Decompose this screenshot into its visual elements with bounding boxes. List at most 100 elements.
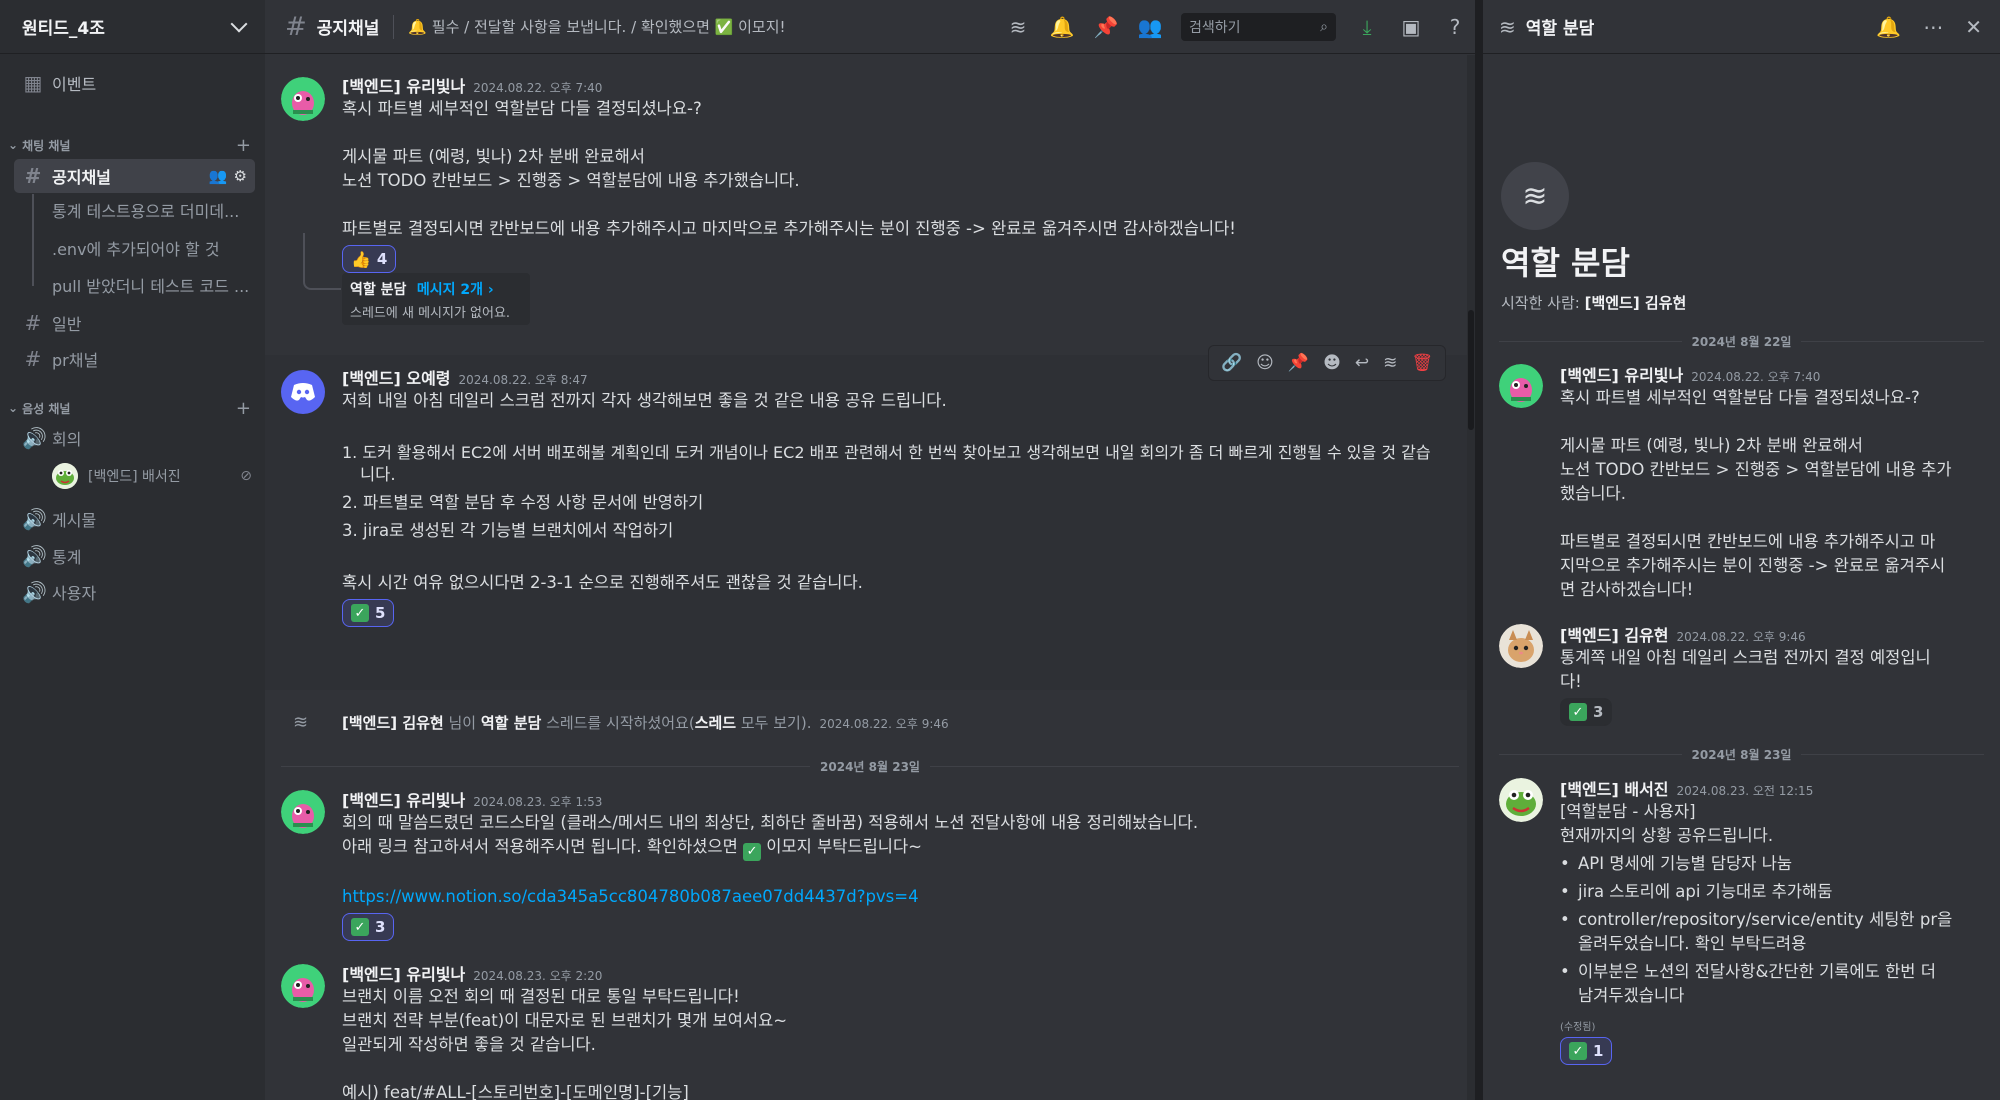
message-line: 게시물 파트 (예령, 빛나) 2차 분배 완료해서 bbox=[342, 147, 645, 166]
server-header[interactable]: 원티드_4조 bbox=[0, 0, 265, 54]
message-list: [백엔드] 유리빛나 2024.08.22. 오후 7:40 혹시 파트별 세부적… bbox=[265, 55, 1475, 1100]
avatar[interactable] bbox=[1499, 624, 1543, 668]
voice-channel-meeting[interactable]: 🔊 회의 bbox=[14, 421, 255, 455]
system-thread-link[interactable]: 역할 분담 bbox=[481, 714, 541, 732]
message-author[interactable]: [백엔드] 배서진 bbox=[1560, 780, 1669, 799]
avatar[interactable] bbox=[281, 964, 325, 1008]
message-line: 브랜치 이름 오전 회의 때 결정된 대로 통일 부탁드립니다! bbox=[342, 987, 740, 1006]
message-line: 현재까지의 상황 공유드립니다. bbox=[1560, 826, 1774, 845]
system-text: 스레드를 시작하셨어요( bbox=[541, 714, 695, 732]
message-line: 일관되게 작성하면 좋을 것 같습니다. bbox=[342, 1035, 596, 1054]
channel-topic[interactable]: 🔔 필수 / 전달할 사항을 보냅니다. / 확인했으면 ✅ 이모지! bbox=[408, 16, 785, 37]
avatar[interactable] bbox=[1499, 364, 1543, 408]
voice-channel-label: 통계 bbox=[52, 548, 82, 567]
channel-item-pr[interactable]: # pr채널 bbox=[14, 342, 255, 376]
voice-channel-users[interactable]: 🔊 사용자 bbox=[14, 575, 255, 609]
threads-icon[interactable]: ≋ bbox=[1005, 14, 1031, 40]
reaction-thumbs-up[interactable]: 👍 4 bbox=[342, 245, 397, 273]
add-channel-icon[interactable]: + bbox=[236, 135, 251, 156]
voice-category[interactable]: ⌄ 음성 채널 + bbox=[8, 398, 251, 419]
bell-icon[interactable]: 🔔 bbox=[1876, 15, 1901, 39]
message-author[interactable]: [백엔드] 유리빛나 bbox=[342, 791, 465, 810]
reaction-count: 4 bbox=[376, 250, 388, 268]
panel-message[interactable]: [백엔드] 배서진 2024.08.23. 오전 12:15 [역할분담 - 사용… bbox=[1560, 776, 1952, 1065]
bullet-item: • 이부분은 노션의 전달사항&간단한 기록에도 한번 더 남겨두겠습니다 bbox=[1560, 960, 1952, 1008]
speaker-icon: 🔊 bbox=[22, 507, 47, 531]
search-input[interactable]: 검색하기 ⌕ bbox=[1181, 12, 1336, 41]
thread-item[interactable]: .env에 추가되어야 할 것 bbox=[52, 235, 253, 265]
notion-link[interactable]: https://www.notion.so/cda345a5cc804780b0… bbox=[342, 885, 1198, 909]
channel-label: 공지채널 bbox=[52, 168, 111, 187]
message-text: 아래 링크 참고하셔서 적용해주시면 됩니다. 확인하셨으면 bbox=[342, 837, 744, 856]
inbox-icon[interactable]: ▣ bbox=[1398, 14, 1424, 40]
system-threads-link[interactable]: 스레드 bbox=[695, 714, 736, 732]
avatar[interactable] bbox=[1499, 778, 1543, 822]
more-options-icon[interactable]: ⋯ bbox=[1923, 15, 1943, 39]
pin-icon[interactable]: 📌 bbox=[1093, 14, 1119, 40]
message-line bbox=[342, 1057, 787, 1081]
invite-icon[interactable]: 👥 bbox=[209, 167, 228, 185]
channel-label: pr채널 bbox=[52, 351, 99, 370]
voice-channel-posts[interactable]: 🔊 게시물 bbox=[14, 502, 255, 536]
members-icon[interactable]: 👥 bbox=[1137, 14, 1163, 40]
message[interactable]: [백엔드] 유리빛나 2024.08.23. 오후 2:20 브랜치 이름 오전 … bbox=[265, 907, 1475, 1100]
avatar[interactable] bbox=[281, 790, 325, 834]
avatar[interactable] bbox=[281, 77, 325, 121]
message-author[interactable]: [백엔드] 오예령 bbox=[342, 369, 451, 388]
panel-message[interactable]: [백엔드] 김유현 2024.08.22. 오후 9:46 통계쪽 내일 아침 데… bbox=[1560, 622, 1931, 726]
voice-channel-label: 사용자 bbox=[52, 584, 97, 603]
reaction-count: 3 bbox=[1593, 703, 1604, 721]
reaction-check[interactable]: ✓ 3 bbox=[1560, 698, 1613, 726]
close-icon[interactable]: ✕ bbox=[1965, 15, 1982, 39]
message-author[interactable]: [백엔드] 유리빛나 bbox=[1560, 366, 1683, 385]
started-by-name[interactable]: [백엔드] 김유현 bbox=[1585, 294, 1687, 312]
thread-panel: ≋ 역할 분담 🔔 ⋯ ✕ ≋ 역할 분담 시작한 사람: [백엔드] 김유현 … bbox=[1483, 0, 2000, 1100]
thread-preview[interactable]: 역할 분담 메시지 2개 › 스레드에 새 메시지가 없어요. bbox=[342, 273, 530, 325]
gear-icon[interactable]: ⚙ bbox=[234, 167, 247, 185]
reaction-check[interactable]: ✓ 1 bbox=[1560, 1037, 1613, 1065]
voice-user[interactable]: [백엔드] 배서진 ⊘ bbox=[52, 462, 252, 490]
channel-item-general[interactable]: # 일반 bbox=[14, 306, 255, 340]
add-channel-icon[interactable]: + bbox=[236, 398, 251, 419]
muted-icon: ⊘ bbox=[240, 468, 252, 484]
reaction-count: 1 bbox=[1593, 1042, 1604, 1060]
chevron-down-icon[interactable] bbox=[230, 15, 248, 32]
hash-icon: # bbox=[24, 164, 42, 188]
message-author[interactable]: [백엔드] 유리빛나 bbox=[342, 965, 465, 984]
scrollbar-thumb[interactable] bbox=[1468, 310, 1474, 430]
panel-divider[interactable] bbox=[1475, 0, 1483, 1100]
help-icon[interactable]: ? bbox=[1442, 14, 1468, 40]
date-separator: 2024년 8월 23일 bbox=[1499, 746, 1984, 763]
message-timestamp: 2024.08.23. 오후 1:53 bbox=[473, 795, 603, 809]
channel-item-notice[interactable]: # 공지채널 👥 ⚙ bbox=[14, 159, 255, 193]
thread-item[interactable]: 통계 테스트용으로 더미데... bbox=[52, 197, 253, 227]
message-line bbox=[342, 193, 1236, 217]
message[interactable]: [백엔드] 유리빛나 2024.08.22. 오후 7:40 혹시 파트별 세부적… bbox=[265, 73, 1475, 383]
message-timestamp: 2024.08.22. 오후 8:47 bbox=[458, 373, 588, 387]
events-item[interactable]: ▦ 이벤트 bbox=[14, 66, 255, 100]
message-line: 노션 TODO 칸반보드 > 진행중 > 역할분담에 내용 추가했습니다. bbox=[342, 171, 800, 190]
reaction-check[interactable]: ✓ 5 bbox=[342, 599, 395, 627]
text-category[interactable]: ⌄ 채팅 채널 + bbox=[8, 135, 251, 156]
message-line: 면 감사하겠습니다! bbox=[1560, 580, 1694, 599]
message[interactable]: [백엔드] 유리빛나 2024.08.23. 오후 1:53 회의 때 말씀드렸던… bbox=[265, 733, 1475, 941]
search-placeholder: 검색하기 bbox=[1189, 19, 1241, 36]
system-author[interactable]: [백엔드] 김유현 bbox=[342, 714, 444, 732]
message[interactable]: 🔗 ☺ 📌 ☻ ↩ ≋ 🗑 [백엔드] 오예령 2024.08.22. 오후 8:… bbox=[265, 345, 1475, 690]
message-author[interactable]: [백엔드] 유리빛나 bbox=[342, 77, 465, 96]
avatar[interactable] bbox=[281, 370, 325, 414]
download-icon[interactable]: ⤓ bbox=[1354, 14, 1380, 40]
voice-channel-stats[interactable]: 🔊 통계 bbox=[14, 539, 255, 573]
list-item: 3. jira로 생성된 각 기능별 브랜치에서 작업하기 bbox=[342, 521, 674, 540]
thread-count-link[interactable]: 메시지 2개 › bbox=[417, 282, 494, 298]
voice-channel-label: 게시물 bbox=[52, 511, 97, 530]
bell-icon[interactable]: 🔔 bbox=[1049, 14, 1075, 40]
message-author[interactable]: [백엔드] 김유현 bbox=[1560, 626, 1669, 645]
thread-item[interactable]: pull 받았더니 테스트 코드 ... bbox=[52, 272, 253, 302]
message-timestamp: 2024.08.22. 오후 7:40 bbox=[1691, 370, 1821, 384]
panel-message[interactable]: [백엔드] 유리빛나 2024.08.22. 오후 7:40 혹시 파트별 세부적… bbox=[1560, 362, 1952, 602]
thread-connector bbox=[303, 233, 341, 290]
list-item-continuation: 니다. bbox=[360, 465, 396, 484]
channel-label: 일반 bbox=[52, 315, 82, 334]
scrollbar-track[interactable] bbox=[1467, 55, 1475, 1100]
